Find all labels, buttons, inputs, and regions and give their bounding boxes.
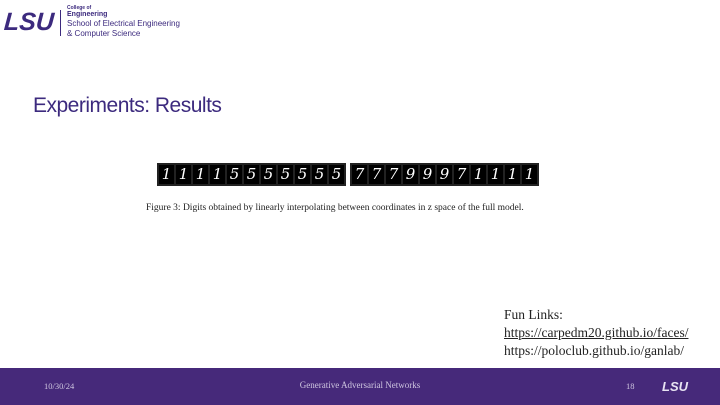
footer-title: Generative Adversarial Networks — [299, 380, 421, 390]
digit-cell: 1 — [488, 165, 503, 184]
digit-cell: 1 — [159, 165, 174, 184]
digit-cell: 1 — [471, 165, 486, 184]
digit-cell: 1 — [176, 165, 191, 184]
digit-cell: 5 — [227, 165, 242, 184]
footer-bar: 10/30/24 Generative Adversarial Networks… — [0, 368, 720, 405]
digit-cell: 5 — [295, 165, 310, 184]
digit-cell: 7 — [454, 165, 469, 184]
digit-cell: 1 — [505, 165, 520, 184]
college-block: College of Engineering School of Electri… — [67, 5, 180, 39]
digit-cell: 7 — [369, 165, 384, 184]
digit-cell: 5 — [312, 165, 327, 184]
digit-strip-left: 11115555555 — [157, 163, 346, 186]
ganlab-link[interactable]: https://poloclub.github.io/ganlab/ — [504, 342, 688, 360]
school-line-2: & Computer Science — [67, 29, 141, 38]
digit-cell: 5 — [329, 165, 344, 184]
fun-links: Fun Links: https://carpedm20.github.io/f… — [504, 306, 688, 360]
digit-strip-right: 77799971111 — [350, 163, 539, 186]
faces-link[interactable]: https://carpedm20.github.io/faces/ — [504, 324, 688, 342]
school-line-1: School of Electrical Engineering — [67, 19, 180, 28]
digit-cell: 1 — [522, 165, 537, 184]
fun-links-heading: Fun Links: — [504, 307, 563, 322]
page-number: 18 — [626, 381, 635, 391]
digit-interpolation-figure: 11115555555 77799971111 — [157, 163, 543, 186]
footer-lsu-logo: LSU — [662, 379, 688, 394]
digit-cell: 9 — [420, 165, 435, 184]
digit-cell: 9 — [403, 165, 418, 184]
digit-cell: 5 — [244, 165, 259, 184]
digit-cell: 7 — [352, 165, 367, 184]
digit-cell: 1 — [193, 165, 208, 184]
header: LSU College of Engineering School of Ele… — [3, 4, 180, 44]
college-name: Engineering — [67, 11, 108, 18]
figure-caption: Figure 3: Digits obtained by linearly in… — [146, 203, 524, 213]
digit-cell: 5 — [261, 165, 276, 184]
digit-cell: 5 — [278, 165, 293, 184]
lsu-logo: LSU — [3, 8, 55, 36]
digit-cell: 9 — [437, 165, 452, 184]
slide-title: Experiments: Results — [33, 94, 222, 117]
digit-cell: 1 — [210, 165, 225, 184]
digit-cell: 7 — [386, 165, 401, 184]
logo-divider — [60, 10, 61, 36]
